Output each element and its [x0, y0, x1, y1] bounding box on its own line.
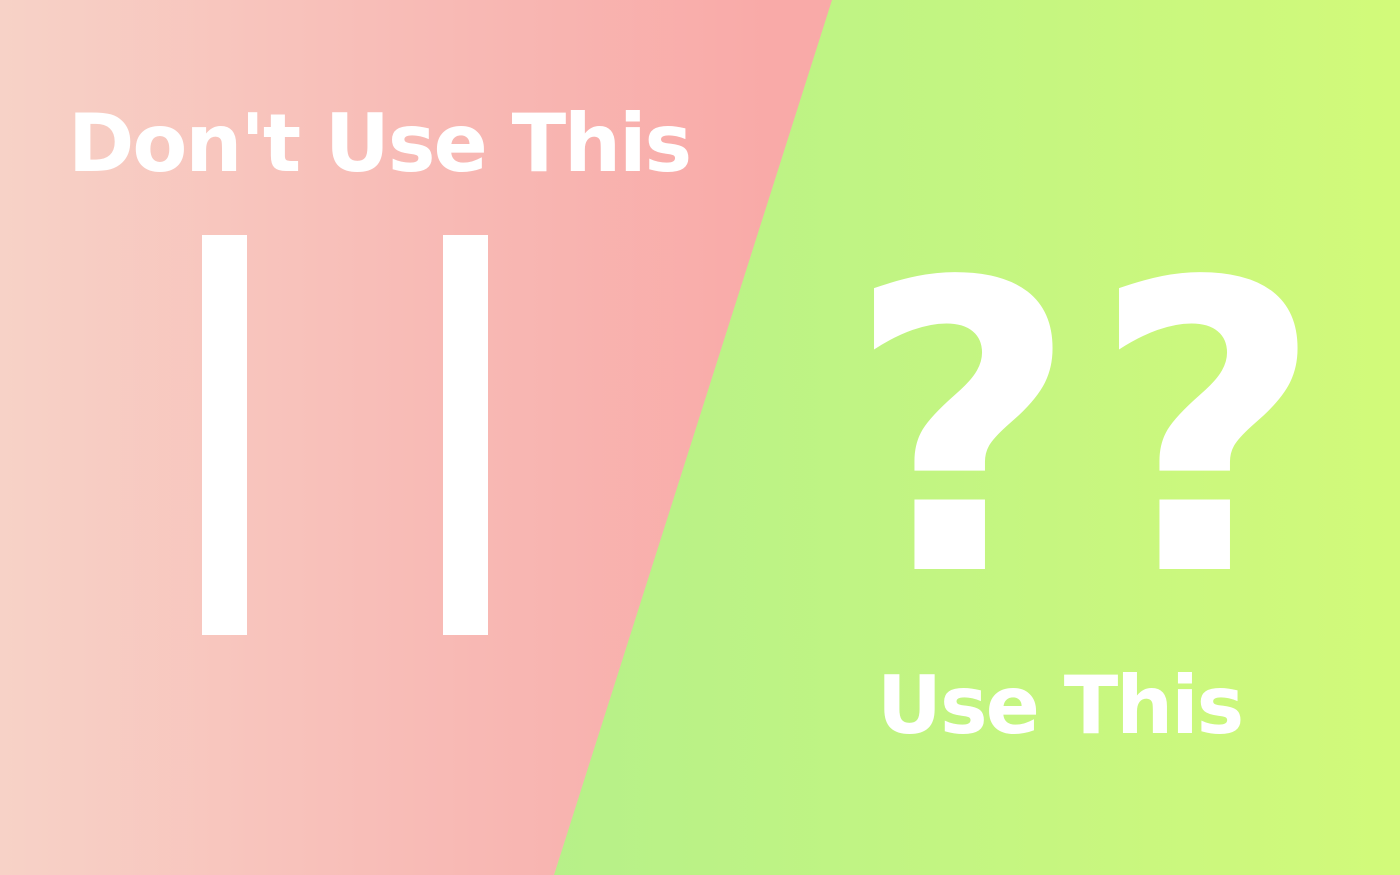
pipe-bar-right [443, 235, 488, 635]
question-mark-right: ? [1091, 199, 1324, 664]
dont-use-title: Don't Use This [68, 97, 692, 190]
comparison-graphic: Don't Use This ?? Use This [0, 0, 1400, 875]
nullish-operator-symbol: ?? [840, 232, 1330, 632]
pipe-bar-left [202, 235, 247, 635]
question-mark-left: ? [846, 199, 1079, 664]
use-this-title: Use This [877, 659, 1244, 752]
